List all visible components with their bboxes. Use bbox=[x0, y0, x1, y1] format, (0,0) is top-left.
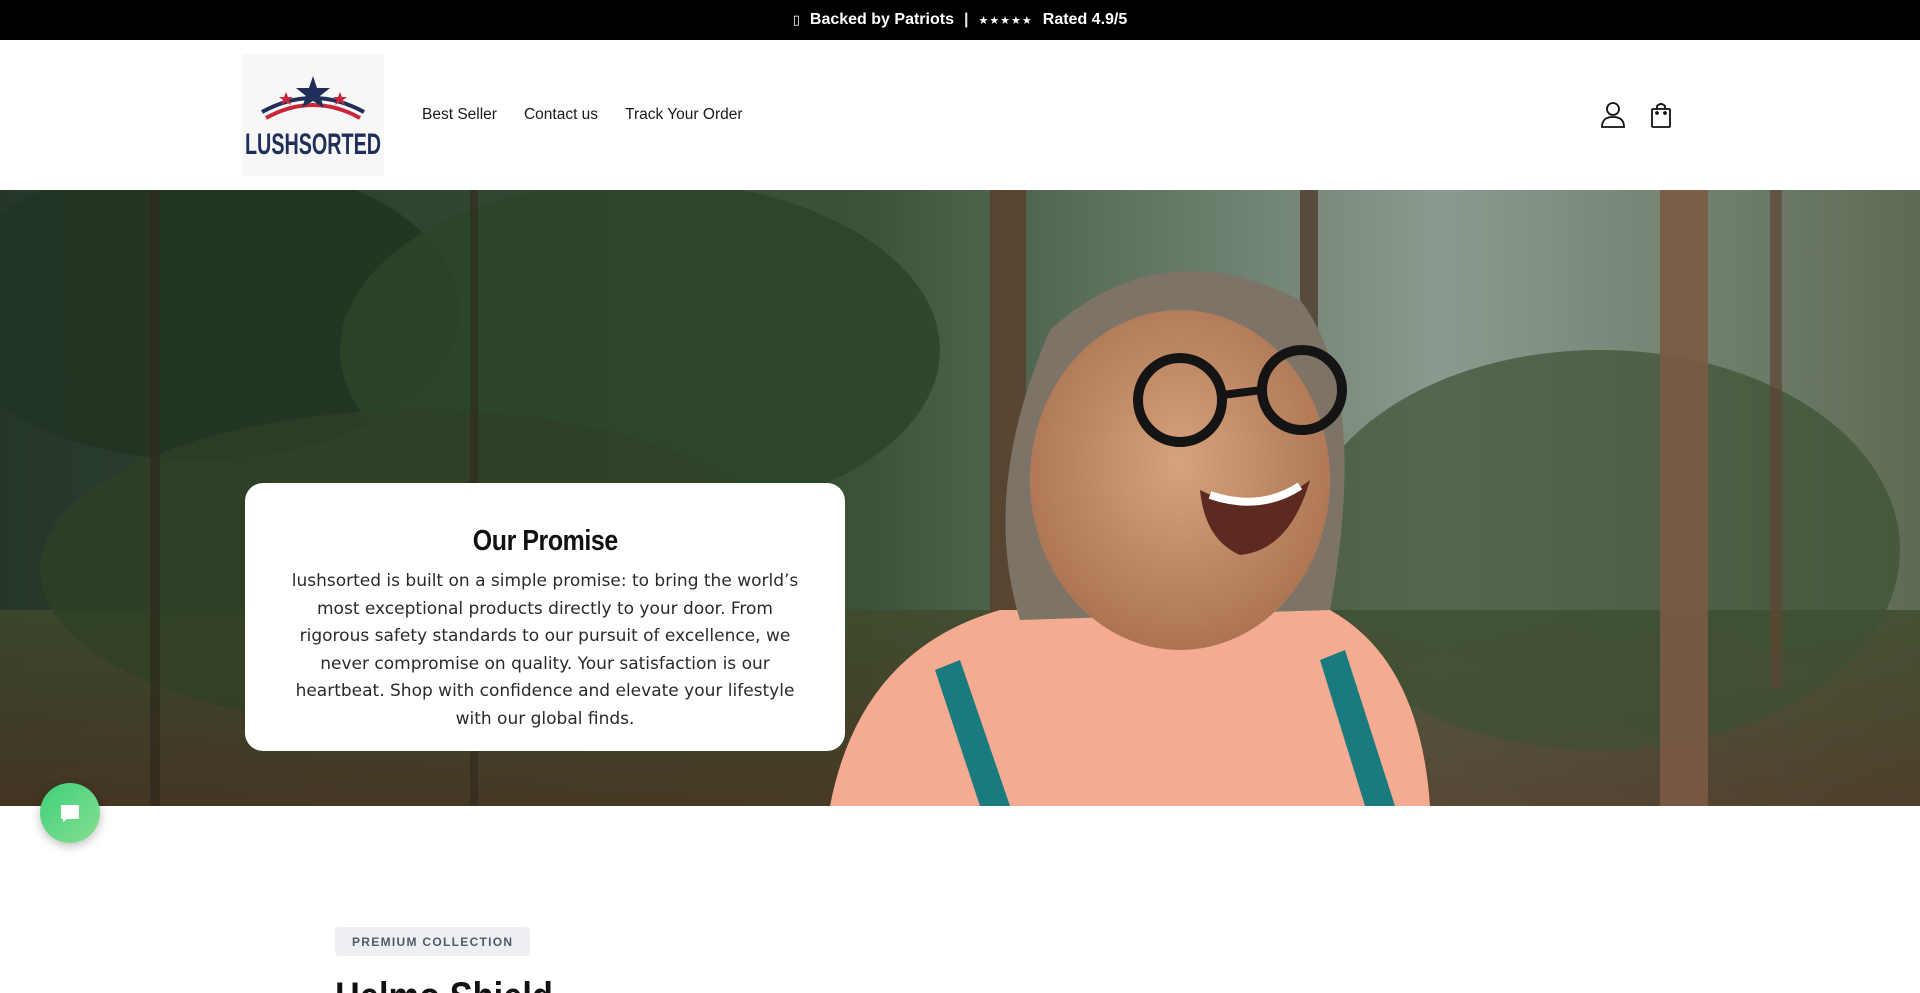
promise-title: Our Promise bbox=[472, 525, 618, 557]
rating-stars: ★★★★★ bbox=[978, 14, 1033, 27]
nav-contact-us[interactable]: Contact us bbox=[524, 106, 598, 124]
announcement-separator: | bbox=[963, 11, 969, 28]
announcement-rating-text: Rated 4.9/5 bbox=[1042, 11, 1128, 28]
promise-body: lushsorted is built on a simple promise:… bbox=[291, 571, 799, 729]
hero-banner: Our Promise lushsorted is built on a sim… bbox=[0, 190, 1920, 806]
account-icon[interactable] bbox=[1600, 101, 1626, 129]
brand-logo[interactable]: LUSHSORTED bbox=[242, 54, 384, 176]
nav-best-seller[interactable]: Best Seller bbox=[422, 106, 497, 124]
brand-logo-image: LUSHSORTED bbox=[245, 76, 381, 161]
collection-title: Helmo Shield bbox=[335, 975, 553, 993]
header-actions bbox=[1600, 40, 1674, 190]
chat-icon bbox=[61, 805, 79, 822]
site-header: LUSHSORTED Best Seller Contact us Track … bbox=[0, 40, 1920, 190]
announcement-bar: ▯ Backed by Patriots | ★★★★★ Rated 4.9/5 bbox=[0, 0, 1920, 40]
main-nav: Best Seller Contact us Track Your Order bbox=[422, 40, 743, 190]
announcement-backed-text: Backed by Patriots bbox=[809, 11, 954, 28]
chat-button[interactable] bbox=[40, 783, 100, 843]
nav-track-order[interactable]: Track Your Order bbox=[625, 106, 742, 124]
collection-badge: PREMIUM COLLECTION bbox=[335, 927, 531, 956]
promise-card: Our Promise lushsorted is built on a sim… bbox=[245, 483, 845, 751]
svg-text:LUSHSORTED: LUSHSORTED bbox=[245, 128, 381, 161]
cart-icon[interactable] bbox=[1648, 101, 1674, 129]
flag-icon: ▯ bbox=[792, 12, 800, 27]
